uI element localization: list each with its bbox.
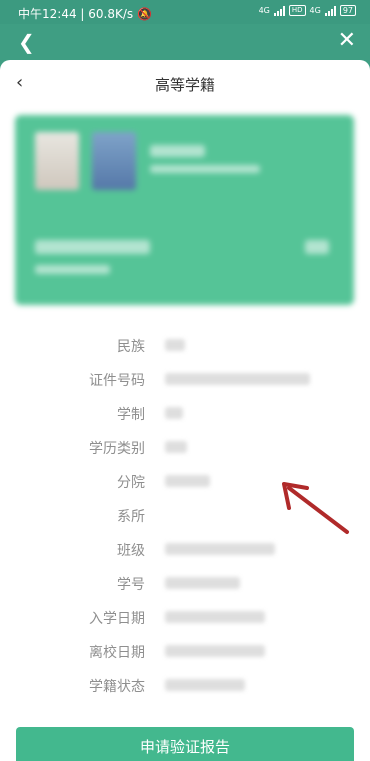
battery-icon: 97 bbox=[339, 5, 356, 16]
field-row-id-number: 证件号码 bbox=[0, 362, 370, 396]
blurred-major bbox=[35, 265, 110, 274]
field-label: 学籍状态 bbox=[89, 679, 145, 695]
network-1-label: 4G bbox=[258, 6, 270, 15]
field-label: 学制 bbox=[117, 407, 145, 423]
blurred-detail bbox=[150, 165, 260, 173]
field-label: 离校日期 bbox=[89, 645, 145, 661]
status-bar-right: 4G HD 4G 97 bbox=[259, 5, 356, 16]
field-value-redacted bbox=[165, 475, 210, 487]
field-value-redacted bbox=[165, 407, 183, 419]
field-label: 学号 bbox=[117, 577, 145, 593]
field-row-ethnicity: 民族 bbox=[0, 328, 370, 362]
content-panel: ‹ 高等学籍 民族 证件号码 学制 学历类别 分院 系所 班级 学号 入学日期 … bbox=[0, 60, 370, 761]
student-photo bbox=[35, 132, 79, 190]
annotation-arrow-icon bbox=[282, 482, 349, 534]
field-label: 民族 bbox=[117, 339, 145, 355]
field-row-duration: 学制 bbox=[0, 396, 370, 430]
field-value-redacted bbox=[165, 679, 245, 691]
status-bar: 中午12:44 | 60.8K/s 🔕 4G HD 4G 97 bbox=[0, 0, 370, 24]
network-2-label: 4G bbox=[309, 6, 321, 15]
field-label: 入学日期 bbox=[89, 611, 145, 627]
field-value-redacted bbox=[165, 441, 187, 453]
signal-icon-2 bbox=[324, 5, 336, 16]
close-icon[interactable]: ✕ bbox=[338, 28, 356, 53]
student-info-card bbox=[15, 115, 354, 305]
field-row-degree-type: 学历类别 bbox=[0, 430, 370, 464]
field-label: 学历类别 bbox=[89, 441, 145, 457]
mute-icon: 🔕 bbox=[136, 7, 152, 21]
blurred-name bbox=[150, 145, 205, 157]
page-nav: ‹ 高等学籍 bbox=[0, 60, 370, 108]
status-speed: 60.8K/s bbox=[88, 7, 134, 21]
hd-badge: HD bbox=[288, 5, 306, 16]
field-value-redacted bbox=[165, 611, 265, 623]
field-value-redacted bbox=[165, 543, 275, 555]
chevron-left-icon[interactable]: ❮ bbox=[18, 30, 35, 54]
field-label: 分院 bbox=[117, 475, 145, 491]
apply-verification-report-button[interactable]: 申请验证报告 bbox=[16, 727, 354, 761]
field-row-leave-date: 离校日期 bbox=[0, 634, 370, 668]
student-id-photo bbox=[92, 132, 136, 190]
field-row-enroll-date: 入学日期 bbox=[0, 600, 370, 634]
field-label: 班级 bbox=[117, 543, 145, 559]
field-value-redacted bbox=[165, 373, 310, 385]
signal-icon bbox=[273, 5, 285, 16]
field-row-student-number: 学号 bbox=[0, 566, 370, 600]
blurred-school bbox=[35, 240, 150, 254]
field-label: 证件号码 bbox=[89, 373, 145, 389]
status-time: 中午12:44 bbox=[18, 7, 77, 21]
field-label: 系所 bbox=[117, 509, 145, 525]
browser-top-bar: ❮ ✕ bbox=[0, 24, 370, 60]
blurred-badge bbox=[305, 240, 329, 254]
field-value-redacted bbox=[165, 577, 240, 589]
field-row-status: 学籍状态 bbox=[0, 668, 370, 702]
page-title: 高等学籍 bbox=[154, 76, 215, 94]
field-value-redacted bbox=[165, 339, 185, 351]
status-bar-left: 中午12:44 | 60.8K/s 🔕 bbox=[18, 7, 152, 21]
field-value-redacted bbox=[165, 645, 265, 657]
